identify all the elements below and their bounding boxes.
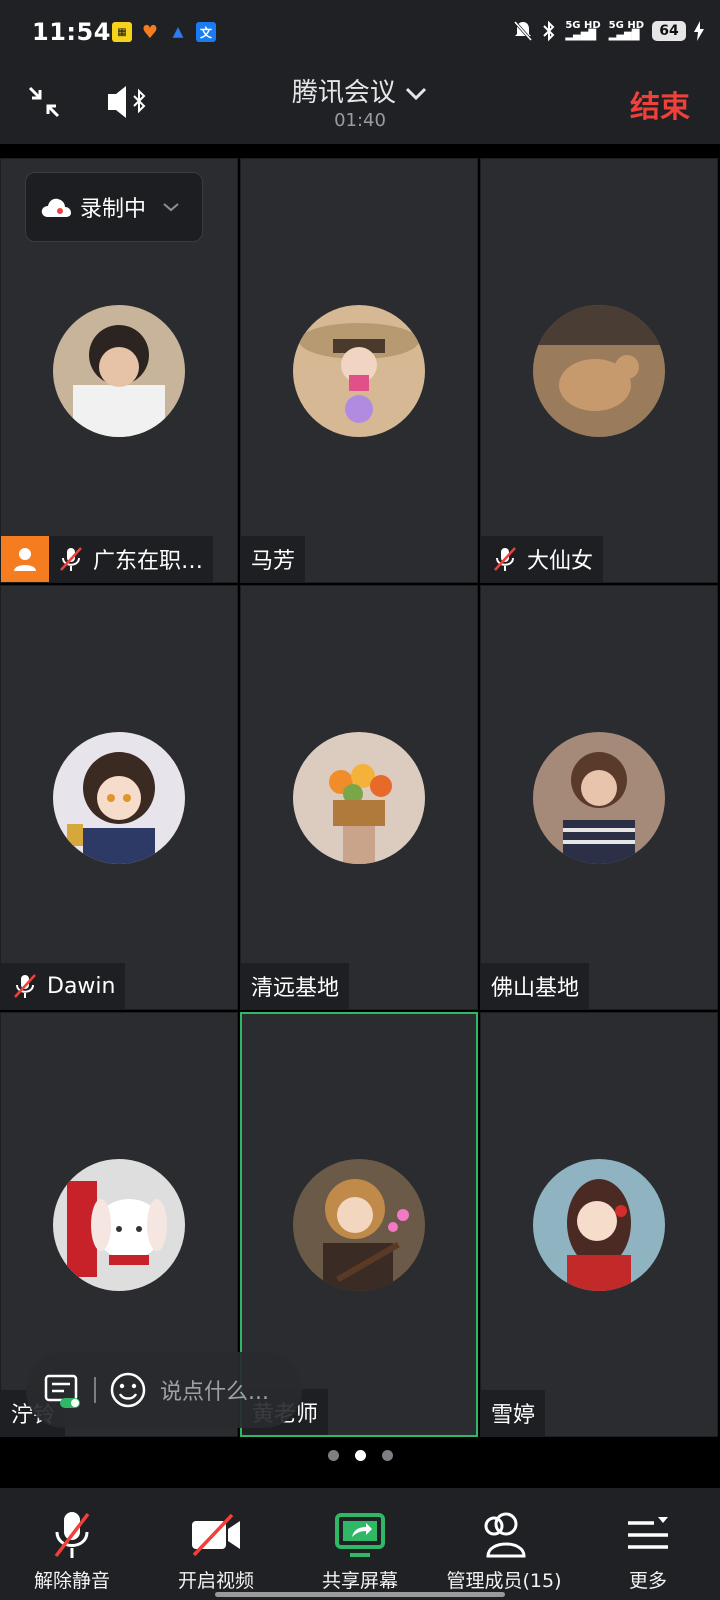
chevron-down-icon [163, 203, 179, 212]
avatar [293, 731, 425, 864]
weibo-icon: ▦ [112, 22, 132, 42]
avatar [533, 731, 665, 864]
avatar [293, 304, 425, 437]
participant-name: 佛山基地 [491, 976, 580, 1001]
participant-tile[interactable]: 马芳 [240, 158, 478, 583]
avatar [533, 1158, 665, 1291]
chat-input-placeholder[interactable]: 说点什么... [160, 1374, 269, 1406]
participant-name: Dawin [47, 973, 116, 999]
mic-muted-icon [54, 1512, 90, 1558]
divider [94, 1377, 96, 1403]
start-video-label: 开启视频 [177, 1570, 254, 1592]
cloud-icon [41, 198, 71, 217]
page-dot-current[interactable] [354, 1449, 366, 1461]
unmute-button[interactable]: 解除静音 [0, 1488, 144, 1600]
participant-name: 马芳 [251, 549, 296, 574]
manage-members-label: 管理成员(15) [446, 1570, 562, 1592]
participant-name: 清远基地 [251, 976, 340, 1001]
participant-grid: 录制中 广东在职… 马芳 大仙女 Dawin 清远基地 佛山基地 泞铃 雪婷 [0, 158, 720, 1438]
participant-nameplate: 雪婷 [481, 1390, 546, 1436]
charging-icon [694, 21, 704, 41]
share-screen-label: 共享屏幕 [321, 1570, 398, 1592]
start-video-button[interactable]: 开启视频 [144, 1488, 288, 1600]
avatar [533, 304, 665, 437]
vpn-icon: ▲ [172, 24, 184, 40]
participant-nameplate: 佛山基地 [481, 963, 590, 1009]
meeting-elapsed-time: 01:40 [334, 110, 386, 131]
network-5g-1: 5G HD ▂▄▆█ [565, 20, 601, 41]
page-dot[interactable] [381, 1449, 393, 1461]
unmute-label: 解除静音 [33, 1570, 110, 1592]
participant-name: 广东在职… [93, 549, 204, 574]
share-screen-button[interactable]: 共享屏幕 [288, 1488, 432, 1600]
avatar [53, 731, 185, 864]
participant-tile[interactable]: 录制中 广东在职… [0, 158, 238, 583]
taobao-icon: ♥ [141, 21, 159, 43]
avatar [293, 1158, 425, 1291]
participant-nameplate: 广东在职… [1, 536, 214, 582]
recording-label: 录制中 [80, 197, 147, 222]
participant-tile[interactable]: 佛山基地 [480, 585, 718, 1010]
host-badge [1, 536, 49, 582]
avatar [53, 304, 185, 437]
network-5g-2: 5G HD ▂▄▆█ [608, 20, 644, 41]
recording-status-button[interactable]: 录制中 [25, 172, 203, 242]
more-button[interactable]: 更多 [576, 1488, 720, 1600]
chat-input-bar[interactable]: 说点什么... [26, 1352, 302, 1428]
participant-tile[interactable]: Dawin [0, 585, 238, 1010]
system-icons: 5G HD ▂▄▆█ 5G HD ▂▄▆█ 64 [513, 20, 704, 42]
more-label: 更多 [628, 1570, 667, 1592]
mic-muted-icon [14, 974, 36, 998]
participant-nameplate: 马芳 [241, 536, 306, 582]
members-icon [484, 1512, 526, 1558]
share-screen-icon [335, 1513, 385, 1557]
participant-tile[interactable]: 雪婷 [480, 1012, 718, 1437]
participant-name: 雪婷 [491, 1403, 536, 1428]
end-meeting-button[interactable]: 结束 [630, 82, 690, 126]
participant-nameplate: Dawin [1, 963, 126, 1009]
mute-icon [514, 21, 533, 41]
emoji-icon[interactable] [108, 1370, 148, 1410]
manage-members-button[interactable]: 管理成员(15) [432, 1488, 576, 1600]
host-icon [14, 548, 36, 571]
mic-muted-icon [60, 547, 82, 571]
page-indicator [0, 1440, 720, 1470]
participant-name: 大仙女 [527, 549, 594, 574]
notification-icons: ▦ ♥ ▲ 文 [112, 21, 216, 43]
chevron-down-icon [406, 87, 427, 100]
home-indicator[interactable] [215, 1592, 505, 1597]
meeting-title[interactable]: 腾讯会议 [0, 72, 720, 109]
translate-icon: 文 [196, 22, 216, 42]
battery-icon: 64 [652, 21, 686, 41]
participant-tile[interactable]: 大仙女 [480, 158, 718, 583]
status-bar: 11:54 ▦ ♥ ▲ 文 5G HD ▂▄▆█ 5G HD ▂▄▆█ 64 [0, 0, 720, 64]
clock: 11:54 [32, 18, 111, 46]
meeting-toolbar: 解除静音 开启视频 共享屏幕 管理成员(15) 更多 [0, 1488, 720, 1600]
avatar [53, 1158, 185, 1291]
participant-nameplate: 清远基地 [241, 963, 350, 1009]
meeting-header: 腾讯会议 01:40 结束 [0, 64, 720, 144]
mic-muted-icon [494, 547, 516, 571]
chat-list-icon[interactable] [42, 1370, 82, 1410]
participant-nameplate: 大仙女 [481, 536, 604, 582]
menu-icon [628, 1517, 668, 1549]
participant-tile[interactable]: 清远基地 [240, 585, 478, 1010]
bluetooth-icon [543, 20, 555, 42]
video-off-icon [192, 1513, 240, 1557]
page-dot[interactable] [327, 1449, 339, 1461]
